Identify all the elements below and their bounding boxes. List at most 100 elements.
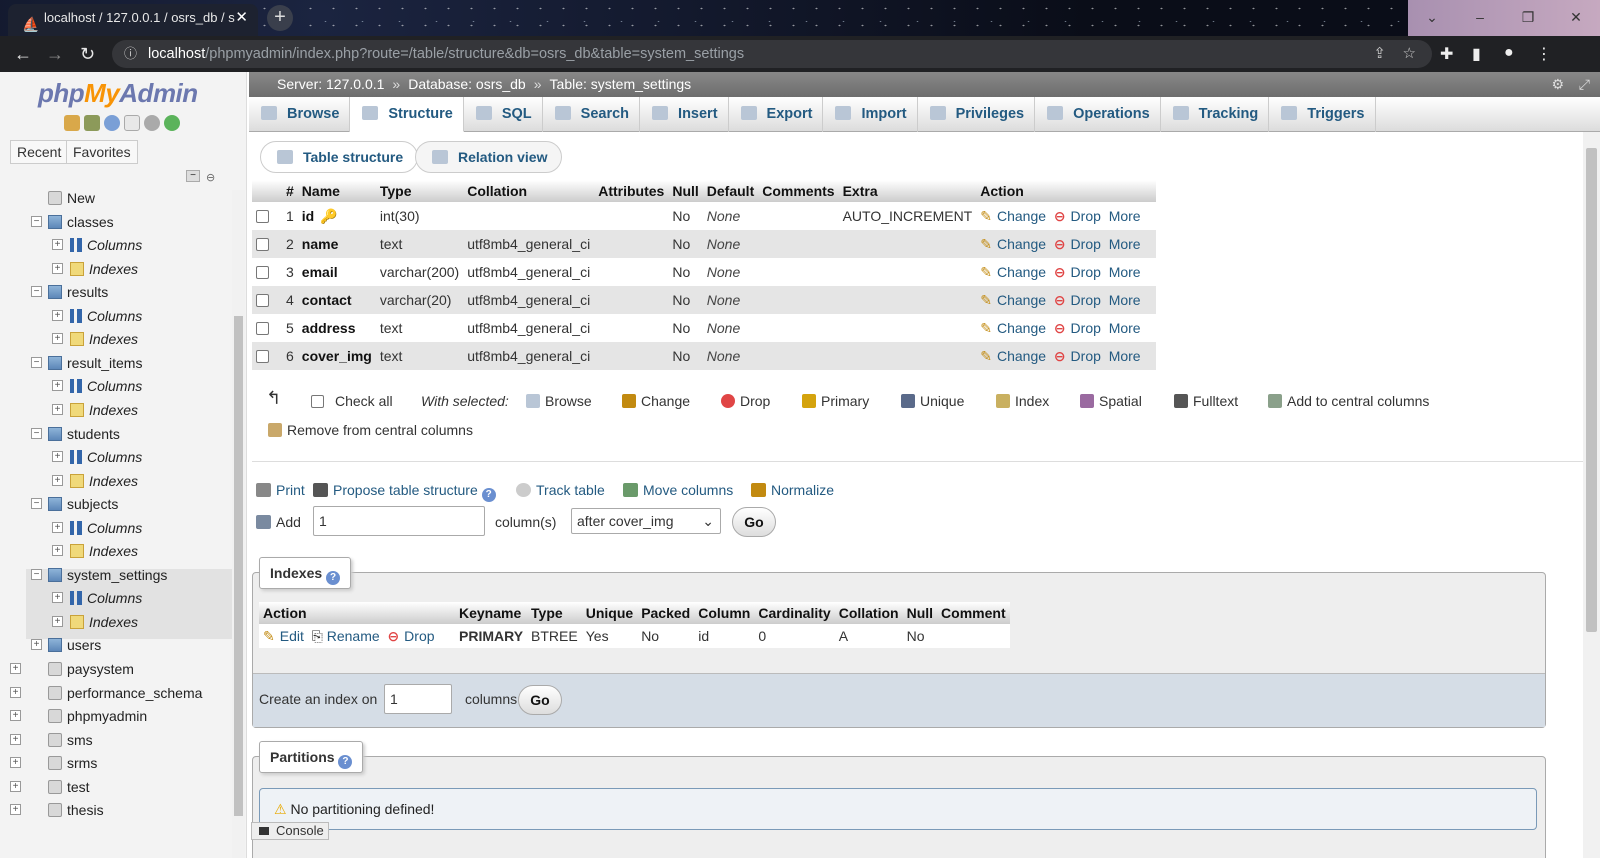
tree-item-table[interactable]: result_items <box>48 352 142 374</box>
add-column-go-button[interactable]: Go <box>732 507 776 537</box>
expand-toggle-icon[interactable]: − <box>31 286 42 297</box>
expand-toggle-icon[interactable]: + <box>10 804 21 815</box>
add-column-count-input[interactable]: 1 <box>313 506 485 536</box>
row-checkbox[interactable] <box>256 210 269 223</box>
settings-icon[interactable] <box>144 115 160 131</box>
url-bar[interactable]: ⓘ localhost/phpmyadmin/index.php?route=/… <box>112 40 1432 68</box>
restore-icon[interactable]: ❐ <box>1504 0 1552 36</box>
create-index-go-button[interactable]: Go <box>518 685 562 715</box>
expand-toggle-icon[interactable]: + <box>52 522 63 533</box>
expand-toggle-icon[interactable]: + <box>52 475 63 486</box>
expand-toggle-icon[interactable]: + <box>52 616 63 627</box>
move-columns-button[interactable]: Move columns <box>623 482 733 498</box>
tree-item-indexes[interactable]: Indexes <box>70 470 138 492</box>
check-all-label[interactable]: Check all <box>335 393 393 409</box>
tab-import[interactable]: Import <box>823 97 918 132</box>
bulk-drop-button[interactable]: Drop <box>721 393 770 409</box>
expand-toggle-icon[interactable]: + <box>10 687 21 698</box>
forward-icon[interactable]: → <box>46 44 64 65</box>
expand-toggle-icon[interactable]: − <box>31 428 42 439</box>
change-button[interactable]: Change <box>980 320 1046 336</box>
tree-item-db[interactable]: test <box>48 776 90 798</box>
tree-item-indexes[interactable]: Indexes <box>70 399 138 421</box>
column-header[interactable]: Attributes <box>594 180 669 202</box>
change-button[interactable]: Change <box>980 264 1046 280</box>
expand-toggle-icon[interactable]: + <box>52 239 63 250</box>
tree-item-db[interactable]: thesis <box>48 799 104 821</box>
close-tab-icon[interactable]: ✕ <box>235 4 248 32</box>
expand-toggle-icon[interactable]: + <box>10 663 21 674</box>
expand-toggle-icon[interactable]: + <box>52 404 63 415</box>
tab-structure[interactable]: Structure <box>350 97 464 132</box>
browser-tab[interactable]: ⛵ localhost / 127.0.0.1 / osrs_db / s ✕ <box>8 4 258 36</box>
bookmark-star-icon[interactable]: ☆ <box>1403 40 1416 68</box>
minimize-icon[interactable]: – <box>1456 0 1504 36</box>
expand-toggle-icon[interactable]: + <box>52 380 63 391</box>
tree-item-indexes[interactable]: Indexes <box>70 540 138 562</box>
drop-button[interactable]: Drop <box>1054 236 1101 252</box>
bulk-browse-button[interactable]: Browse <box>526 393 592 409</box>
tree-item-db[interactable]: performance_schema <box>48 682 202 704</box>
expand-toggle-icon[interactable]: + <box>52 592 63 603</box>
track-table-button[interactable]: Track table <box>516 482 605 498</box>
menu-icon[interactable]: ⋮ <box>1536 44 1552 64</box>
collapse-icon[interactable]: ⤢ <box>1579 72 1590 97</box>
expand-toggle-icon[interactable]: − <box>31 357 42 368</box>
row-checkbox[interactable] <box>256 350 269 363</box>
chevron-down-icon[interactable]: ⌄ <box>1408 0 1456 36</box>
reload-icon[interactable]: ↻ <box>80 44 95 65</box>
tree-item-db[interactable]: srms <box>48 752 97 774</box>
favorites-tab[interactable]: Favorites <box>66 140 138 164</box>
profile-icon[interactable]: ● <box>1504 44 1514 62</box>
column-header[interactable]: Default <box>702 180 759 202</box>
tree-item-table[interactable]: subjects <box>48 493 118 515</box>
expand-toggle-icon[interactable]: + <box>52 333 63 344</box>
expand-toggle-icon[interactable]: + <box>52 545 63 556</box>
expand-toggle-icon[interactable]: + <box>10 710 21 721</box>
expand-toggle-icon[interactable]: + <box>52 263 63 274</box>
tab-operations[interactable]: Operations <box>1035 97 1161 132</box>
bulk-spatial-button[interactable]: Spatial <box>1080 393 1142 409</box>
reload-navigation-icon[interactable] <box>164 115 180 131</box>
check-all-checkbox[interactable] <box>311 393 324 409</box>
breadcrumb-database[interactable]: Database: osrs_db <box>408 76 526 92</box>
tab-export[interactable]: Export <box>729 97 824 132</box>
tree-item-table[interactable]: results <box>48 281 108 303</box>
tree-item-table[interactable]: users <box>48 634 101 656</box>
change-button[interactable]: Change <box>980 348 1046 364</box>
tree-item-new[interactable]: New <box>48 187 95 209</box>
back-icon[interactable]: ← <box>14 44 32 65</box>
more-dropdown[interactable]: More <box>1109 292 1141 308</box>
propose-structure-button[interactable]: Propose table structure ? <box>313 482 496 502</box>
rename-index-button[interactable]: ⎘ Rename <box>312 628 380 644</box>
tab-sql[interactable]: SQL <box>464 97 543 132</box>
drop-index-button[interactable]: Drop <box>387 628 434 644</box>
site-info-icon[interactable]: ⓘ <box>124 40 137 68</box>
row-checkbox[interactable] <box>256 322 269 335</box>
drop-button[interactable]: Drop <box>1054 208 1101 224</box>
tree-item-table[interactable]: classes <box>48 211 114 233</box>
docs-icon[interactable] <box>124 115 140 131</box>
create-index-count-input[interactable]: 1 <box>384 684 452 714</box>
tree-item-indexes[interactable]: Indexes <box>70 611 138 633</box>
tree-item-table[interactable]: students <box>48 423 120 445</box>
logout-icon[interactable] <box>84 115 100 131</box>
more-dropdown[interactable]: More <box>1109 348 1141 364</box>
breadcrumb-table[interactable]: Table: system_settings <box>550 76 692 92</box>
new-tab-button[interactable]: + <box>267 5 293 31</box>
column-header[interactable]: Name <box>297 180 376 202</box>
expand-toggle-icon[interactable]: + <box>52 451 63 462</box>
main-scrollbar[interactable] <box>1583 132 1600 858</box>
column-header[interactable]: Collation <box>463 180 595 202</box>
tab-insert[interactable]: Insert <box>640 97 729 132</box>
share-icon[interactable]: ⇪ <box>1373 40 1386 68</box>
help-icon[interactable]: ? <box>481 488 496 502</box>
row-checkbox[interactable] <box>256 266 269 279</box>
change-button[interactable]: Change <box>980 236 1046 252</box>
more-dropdown[interactable]: More <box>1109 320 1141 336</box>
side-panel-icon[interactable]: ▮ <box>1472 44 1481 64</box>
change-button[interactable]: Change <box>980 292 1046 308</box>
more-dropdown[interactable]: More <box>1109 264 1141 280</box>
tree-item-columns[interactable]: Columns <box>70 446 142 468</box>
tree-item-indexes[interactable]: Indexes <box>70 258 138 280</box>
